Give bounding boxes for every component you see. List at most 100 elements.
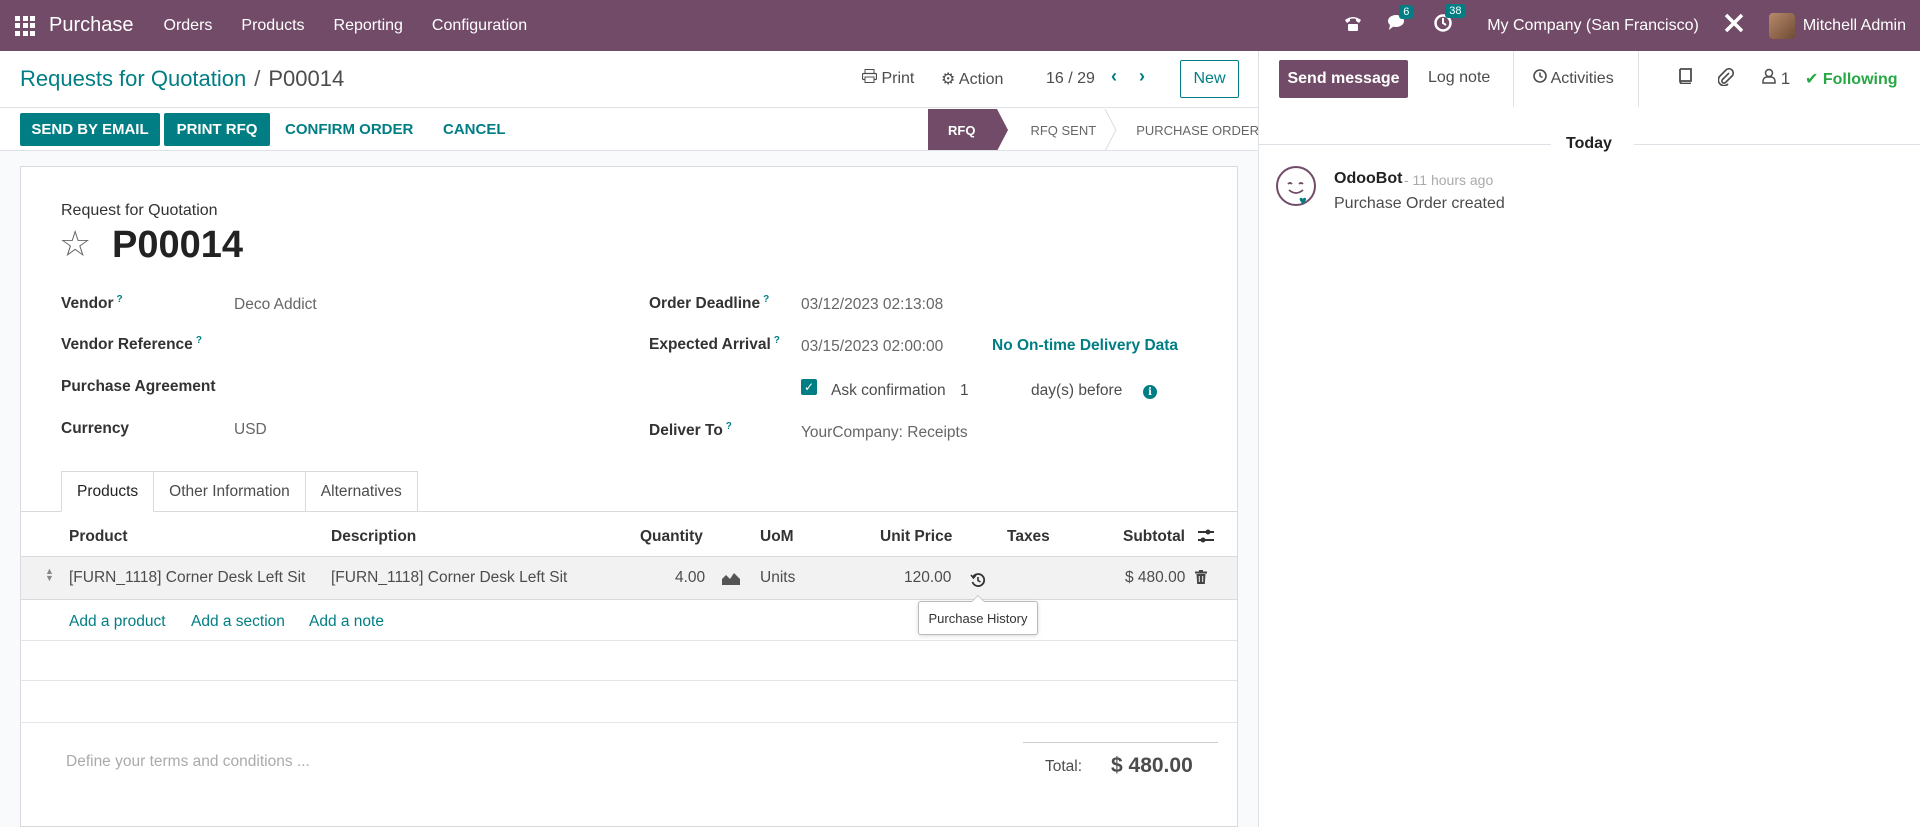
stage-separator-icon: [1104, 109, 1117, 151]
column-header-taxes[interactable]: Taxes: [1007, 528, 1050, 546]
order-deadline-label: Order Deadline?: [649, 294, 770, 313]
confirm-order-button[interactable]: CONFIRM ORDER: [285, 121, 413, 138]
top-navbar: Purchase Orders Products Reporting Confi…: [0, 0, 1920, 51]
drag-handle-icon[interactable]: ▲ ▼: [45, 567, 54, 583]
tab-other-information[interactable]: Other Information: [154, 471, 306, 512]
clock-icon: [1533, 69, 1551, 87]
help-icon[interactable]: ?: [726, 421, 732, 432]
menu-configuration[interactable]: Configuration: [432, 17, 527, 35]
add-product-link[interactable]: Add a product: [69, 613, 166, 631]
followers-button[interactable]: 1: [1762, 68, 1790, 89]
menu-reporting[interactable]: Reporting: [334, 17, 403, 35]
stage-purchase-order-label: PURCHASE ORDER: [1136, 122, 1259, 138]
total-label: Total:: [1045, 758, 1083, 775]
divider: [21, 640, 1237, 641]
action-menu[interactable]: ⚙ Action: [941, 69, 1003, 89]
purchase-history-tooltip: Purchase History: [918, 595, 1038, 635]
row-description[interactable]: [FURN_1118] Corner Desk Left Sit: [331, 569, 567, 587]
stage-rfq-sent[interactable]: RFQ SENT: [997, 109, 1118, 151]
paperclip-icon[interactable]: [1717, 67, 1735, 91]
print-icon: [861, 69, 881, 87]
column-header-unit-price[interactable]: Unit Price: [880, 528, 952, 546]
help-icon[interactable]: ?: [196, 335, 202, 346]
following-button[interactable]: ✔ Following: [1805, 69, 1898, 89]
info-icon[interactable]: i: [1143, 385, 1157, 399]
column-header-quantity[interactable]: Quantity: [640, 528, 703, 546]
row-unit-price[interactable]: 120.00: [904, 569, 951, 587]
row-uom[interactable]: Units: [760, 569, 795, 587]
send-by-email-button[interactable]: SEND BY EMAIL: [20, 113, 160, 146]
ask-confirmation-days[interactable]: 1: [960, 382, 969, 400]
divider: [21, 680, 1237, 681]
help-icon[interactable]: ?: [117, 294, 123, 305]
date-separator: Today: [1566, 135, 1612, 152]
star-icon[interactable]: ☆: [59, 226, 91, 262]
pager-previous-icon[interactable]: ‹: [1111, 66, 1117, 87]
print-rfq-button[interactable]: PRINT RFQ: [164, 113, 270, 146]
menu-products[interactable]: Products: [241, 17, 304, 35]
optional-columns-icon[interactable]: [1197, 527, 1215, 550]
log-note-button[interactable]: Log note: [1428, 69, 1490, 87]
action-label: Action: [958, 71, 1004, 88]
user-avatar[interactable]: [1768, 12, 1795, 39]
send-message-button[interactable]: Send message: [1279, 60, 1408, 98]
purchase-agreement-field[interactable]: [234, 378, 574, 398]
activities-label: Activities: [1550, 70, 1614, 87]
row-quantity[interactable]: 4.00: [675, 569, 705, 587]
row-product[interactable]: [FURN_1118] Corner Desk Left Sit: [69, 569, 305, 587]
activity-clock-icon[interactable]: 38: [1433, 4, 1466, 38]
book-icon[interactable]: [1678, 68, 1692, 89]
purchase-history-icon[interactable]: [970, 572, 986, 593]
divider: [1023, 742, 1218, 743]
vendor-reference-field[interactable]: [234, 337, 574, 357]
currency-field[interactable]: USD: [234, 421, 267, 439]
divider: [1638, 51, 1639, 107]
add-note-link[interactable]: Add a note: [309, 613, 384, 631]
stage-purchase-order[interactable]: PURCHASE ORDER: [1104, 109, 1281, 151]
cancel-button[interactable]: CANCEL: [443, 121, 506, 138]
print-label: Print: [881, 70, 915, 87]
column-header-description[interactable]: Description: [331, 528, 416, 546]
notebook-tabs: Products Other Information Alternatives: [61, 471, 418, 512]
help-icon[interactable]: ?: [763, 294, 769, 305]
terms-conditions-field[interactable]: Define your terms and conditions ...: [66, 753, 310, 771]
ask-confirmation-checkbox[interactable]: ✓: [801, 379, 817, 395]
pager-next-icon[interactable]: ›: [1139, 66, 1145, 87]
stage-rfq[interactable]: RFQ: [928, 109, 1009, 151]
trash-icon[interactable]: [1195, 570, 1207, 589]
activities-button[interactable]: Activities: [1533, 69, 1614, 88]
user-menu[interactable]: Mitchell Admin: [1803, 17, 1906, 35]
column-header-product[interactable]: Product: [69, 528, 128, 546]
message-author[interactable]: OdooBot: [1334, 170, 1402, 188]
phone-icon[interactable]: [1343, 14, 1363, 37]
add-section-link[interactable]: Add a section: [191, 613, 285, 631]
pager-value[interactable]: 16 / 29: [1046, 70, 1095, 88]
divider: [21, 722, 1237, 723]
debug-tools-icon[interactable]: [1723, 12, 1745, 39]
deliver-to-label: Deliver To?: [649, 421, 732, 440]
chat-icon[interactable]: 6: [1387, 5, 1414, 37]
breadcrumb-parent[interactable]: Requests for Quotation: [20, 66, 246, 91]
print-menu[interactable]: Print: [861, 69, 915, 88]
on-time-delivery-link[interactable]: No On-time Delivery Data: [992, 337, 1178, 355]
expected-arrival-label: Expected Arrival?: [649, 335, 780, 354]
apps-menu-icon[interactable]: [15, 15, 35, 36]
vendor-field[interactable]: Deco Addict: [234, 296, 317, 314]
menu-orders[interactable]: Orders: [164, 17, 213, 35]
order-deadline-field[interactable]: 03/12/2023 02:13:08: [801, 296, 943, 314]
tab-products[interactable]: Products: [61, 471, 155, 512]
vendor-label: Vendor?: [61, 294, 123, 313]
help-icon[interactable]: ?: [774, 335, 780, 346]
currency-label: Currency: [61, 420, 130, 437]
company-switcher[interactable]: My Company (San Francisco): [1487, 17, 1699, 35]
vendor-reference-label: Vendor Reference?: [61, 335, 202, 354]
document-reference: P00014: [112, 224, 244, 266]
column-header-subtotal[interactable]: Subtotal: [1123, 528, 1185, 546]
app-name[interactable]: Purchase: [49, 14, 134, 37]
new-button[interactable]: New: [1180, 60, 1239, 98]
deliver-to-field[interactable]: YourCompany: Receipts: [801, 424, 968, 442]
column-header-uom[interactable]: UoM: [760, 528, 794, 546]
forecast-chart-icon[interactable]: [722, 571, 740, 590]
tab-alternatives[interactable]: Alternatives: [305, 471, 418, 512]
expected-arrival-field[interactable]: 03/15/2023 02:00:00: [801, 338, 943, 356]
